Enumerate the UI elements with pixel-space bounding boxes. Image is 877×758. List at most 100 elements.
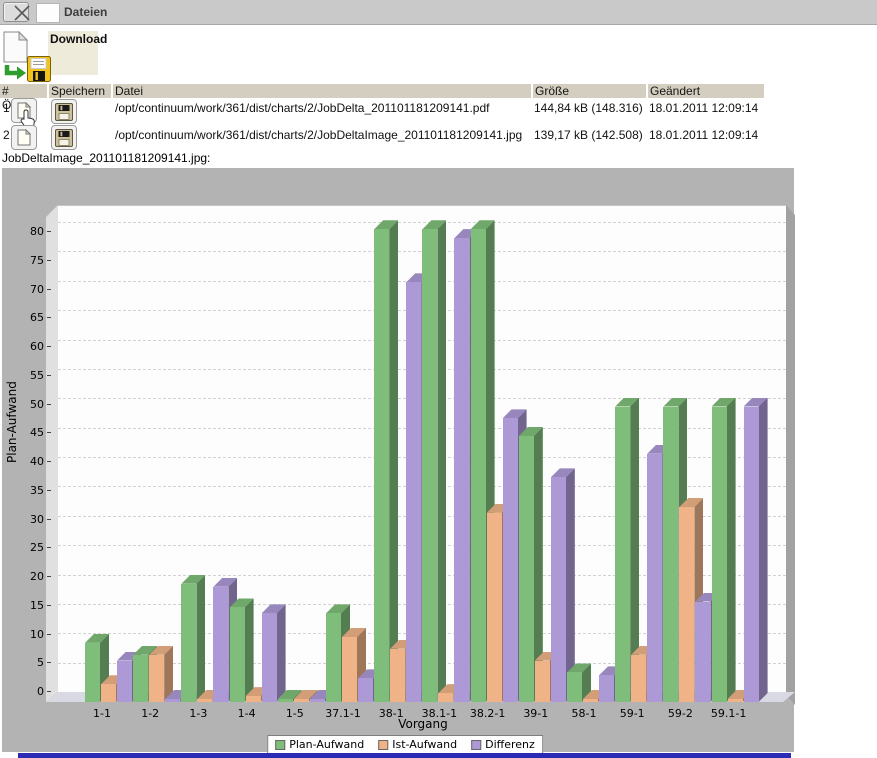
- floppy-disk-icon: [55, 129, 73, 147]
- bar-front-face: [181, 584, 196, 702]
- bar-front-face: [85, 643, 100, 702]
- bar-front-face: [728, 699, 743, 702]
- y-tick-mark: [47, 346, 51, 347]
- file-path: /opt/continuum/work/361/dist/charts/2/Jo…: [115, 128, 522, 142]
- y-tick-label: 15: [14, 599, 44, 612]
- y-tick-label: 75: [14, 254, 44, 267]
- bar-front-face: [197, 699, 212, 702]
- y-tick-label: 10: [14, 628, 44, 641]
- window-icon-placeholder: [36, 3, 60, 23]
- save-file-gold-icon: [27, 56, 52, 83]
- y-tick-mark: [47, 490, 51, 491]
- export-file-icon: [3, 31, 29, 81]
- file-modified: 18.01.2011 12:09:14: [649, 128, 758, 142]
- save-file-button[interactable]: [51, 125, 77, 150]
- bar-front-face: [149, 655, 164, 702]
- bar-front-face: [406, 282, 421, 702]
- bar-front-face: [294, 699, 309, 702]
- bar-front-face: [133, 655, 148, 702]
- bar-front-face: [213, 587, 228, 702]
- bar-front-face: [454, 238, 469, 702]
- bar-front-face: [342, 637, 357, 702]
- legend-swatch: [275, 740, 285, 750]
- y-tick-label: 5: [14, 656, 44, 669]
- bar-plan-aufwand: [374, 220, 398, 702]
- close-button[interactable]: [3, 2, 29, 22]
- y-tick-mark: [47, 662, 51, 663]
- bar-front-face: [262, 613, 277, 702]
- x-tick-label: 59.1-1: [699, 707, 759, 720]
- legend-label: Plan-Aufwand: [289, 738, 364, 751]
- bar-differenz: [744, 398, 768, 703]
- bar-front-face: [567, 672, 582, 702]
- legend-item: Plan-Aufwand: [275, 738, 364, 751]
- y-tick-mark: [47, 375, 51, 376]
- bar-front-face: [246, 696, 261, 702]
- bar-front-face: [117, 661, 132, 702]
- bar-front-face: [471, 229, 486, 702]
- bar-front-face: [712, 407, 727, 703]
- save-file-button[interactable]: [51, 99, 77, 124]
- y-tick-mark: [47, 605, 51, 606]
- bar-front-face: [744, 407, 759, 703]
- file-modified: 18.01.2011 12:09:14: [649, 101, 758, 115]
- window-title: Dateien: [64, 5, 107, 19]
- bar-front-face: [358, 678, 373, 702]
- file-size: 144,84 kB (148.316): [534, 101, 643, 115]
- y-tick-mark: [47, 432, 51, 433]
- chart-right-wall: [786, 205, 795, 712]
- y-tick-mark: [47, 317, 51, 318]
- bar-plan-aufwand: [712, 398, 736, 703]
- file-size: 139,17 kB (142.508): [534, 128, 643, 142]
- y-axis-title: Plan-Aufwand: [5, 447, 19, 463]
- bar-front-face: [663, 407, 678, 703]
- y-tick-mark: [47, 260, 51, 261]
- bar-front-face: [101, 684, 116, 702]
- y-tick-mark: [47, 634, 51, 635]
- y-tick-mark: [47, 547, 51, 548]
- bar-front-face: [599, 675, 614, 702]
- bar-front-face: [326, 613, 341, 702]
- file-path: /opt/continuum/work/361/dist/charts/2/Jo…: [115, 101, 489, 115]
- bar-front-face: [165, 699, 180, 702]
- y-tick-label: 80: [14, 225, 44, 238]
- floppy-disk-icon: [55, 103, 73, 121]
- y-tick-label: 20: [14, 570, 44, 583]
- preview-caption: JobDeltaImage_201101181209141.jpg:: [2, 151, 210, 165]
- y-tick-mark: [47, 404, 51, 405]
- y-tick-mark: [47, 461, 51, 462]
- chart-legend: Plan-AufwandIst-AufwandDifferenz: [267, 735, 543, 754]
- bar-front-face: [390, 649, 405, 702]
- bar-front-face: [230, 607, 245, 702]
- y-tick-mark: [47, 289, 51, 290]
- y-tick-mark: [47, 691, 51, 692]
- bar-front-face: [631, 655, 646, 702]
- row-number: 2: [3, 128, 10, 142]
- legend-label: Differenz: [485, 738, 535, 751]
- bar-front-face: [615, 407, 630, 703]
- legend-item: Differenz: [471, 738, 535, 751]
- bar-plan-aufwand: [181, 575, 205, 702]
- column-header-file: Datei: [113, 84, 531, 98]
- legend-swatch: [378, 740, 388, 750]
- y-tick-label: 65: [14, 311, 44, 324]
- bar-front-face: [695, 602, 710, 702]
- y-tick-mark: [47, 519, 51, 520]
- document-icon: [17, 129, 31, 146]
- y-tick-label: 0: [14, 685, 44, 698]
- bar-front-face: [583, 699, 598, 702]
- open-file-button[interactable]: [11, 125, 37, 150]
- column-header-modified: Geändert: [648, 84, 764, 98]
- bar-front-face: [647, 454, 662, 702]
- y-tick-mark: [47, 576, 51, 577]
- close-icon: [10, 4, 34, 22]
- bar-front-face: [487, 513, 502, 702]
- y-tick-label: 25: [14, 541, 44, 554]
- download-label: Download: [50, 32, 107, 46]
- bar-front-face: [278, 699, 293, 702]
- column-header-size: Größe: [533, 84, 646, 98]
- bar-front-face: [551, 477, 566, 702]
- bar-plan-aufwand: [422, 220, 446, 702]
- bar-front-face: [422, 229, 437, 702]
- bar-front-face: [519, 436, 534, 702]
